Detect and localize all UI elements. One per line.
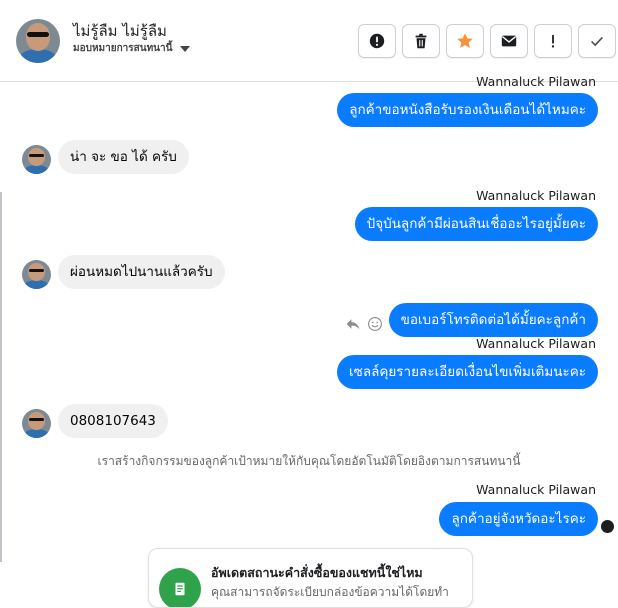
system-notice: เราสร้างกิจกรรมของลูกค้าเป้าหมายให้กับคุ… [97, 454, 521, 468]
contact-avatar-small [22, 409, 51, 438]
trash-icon [415, 33, 427, 49]
conversation-header: ไม่รู้ลืม ไม่รู้ลืม มอบหมายการสนทนานี้ [0, 0, 618, 82]
sender-name: Wannaluck Pilawan [476, 482, 596, 497]
sender-name: Wannaluck Pilawan [476, 336, 596, 351]
seen-indicator-avatar [601, 520, 614, 533]
card-body: คุณสามารถจัดระเบียบกล่องข้อความได้โดยทำ [211, 585, 449, 599]
mark-unread-button[interactable] [490, 24, 528, 58]
alert-circle-icon [369, 33, 385, 49]
envelope-icon [501, 35, 517, 47]
contact-avatar-small [22, 260, 51, 289]
exclamation-icon [551, 34, 555, 48]
scrollbar[interactable] [0, 192, 2, 562]
message-actions [345, 316, 383, 332]
message-bubble-incoming[interactable]: ผ่อนหมดไปนานแล้วครับ [58, 255, 225, 289]
conversation-toolbar [358, 24, 616, 58]
chevron-down-icon [180, 45, 191, 52]
delete-button[interactable] [402, 24, 440, 58]
message-bubble-incoming[interactable]: น่า จะ ขอ ได้ ครับ [58, 140, 189, 174]
order-status-prompt-card[interactable]: อัพเดตสถานะคำสั่งซื้อของแชทนี้ใช่ไหม คุณ… [148, 548, 473, 608]
react-smiley-icon[interactable] [367, 316, 383, 332]
contact-avatar[interactable] [16, 19, 60, 63]
message-bubble-outgoing[interactable]: เซลล์คุยรายละเอียดเงื่อนไขเพิ่มเติมนะคะ [337, 355, 598, 389]
message-bubble-outgoing[interactable]: ลูกค้าอยู่จังหวัดอะไรคะ [439, 502, 598, 536]
check-icon [591, 36, 603, 47]
message-thread[interactable]: Wannaluck Pilawan ลูกค้าขอหนังสือรับรองเ… [0, 74, 618, 608]
receipt-icon [159, 568, 201, 607]
mark-done-button[interactable] [578, 24, 616, 58]
sender-name: Wannaluck Pilawan [476, 74, 596, 89]
reply-icon[interactable] [345, 316, 361, 332]
message-bubble-incoming[interactable]: 0808107643 [58, 404, 168, 438]
alert-button[interactable] [358, 24, 396, 58]
message-bubble-outgoing[interactable]: ปัจุบันลูกค้ามีผ่อนสินเชื่ออะไรอยู่มั้ยค… [354, 207, 598, 241]
card-title: อัพเดตสถานะคำสั่งซื้อของแชทนี้ใช่ไหม [211, 565, 423, 580]
sender-name: Wannaluck Pilawan [476, 188, 596, 203]
star-button[interactable] [446, 24, 484, 58]
assign-conversation-dropdown[interactable]: มอบหมายการสนทนานี้ [73, 41, 191, 56]
message-bubble-outgoing[interactable]: ขอเบอร์โทรติดต่อได้มั้ยคะลูกค้า [388, 303, 598, 337]
message-bubble-outgoing[interactable]: ลูกค้าขอหนังสือรับรองเงินเดือนได้ไหมคะ [337, 93, 598, 127]
star-icon [457, 33, 473, 48]
contact-avatar-small [22, 145, 51, 174]
contact-name[interactable]: ไม่รู้ลืม ไม่รู้ลืม [73, 19, 167, 43]
follow-up-button[interactable] [534, 24, 572, 58]
assign-label: มอบหมายการสนทนานี้ [73, 43, 173, 54]
